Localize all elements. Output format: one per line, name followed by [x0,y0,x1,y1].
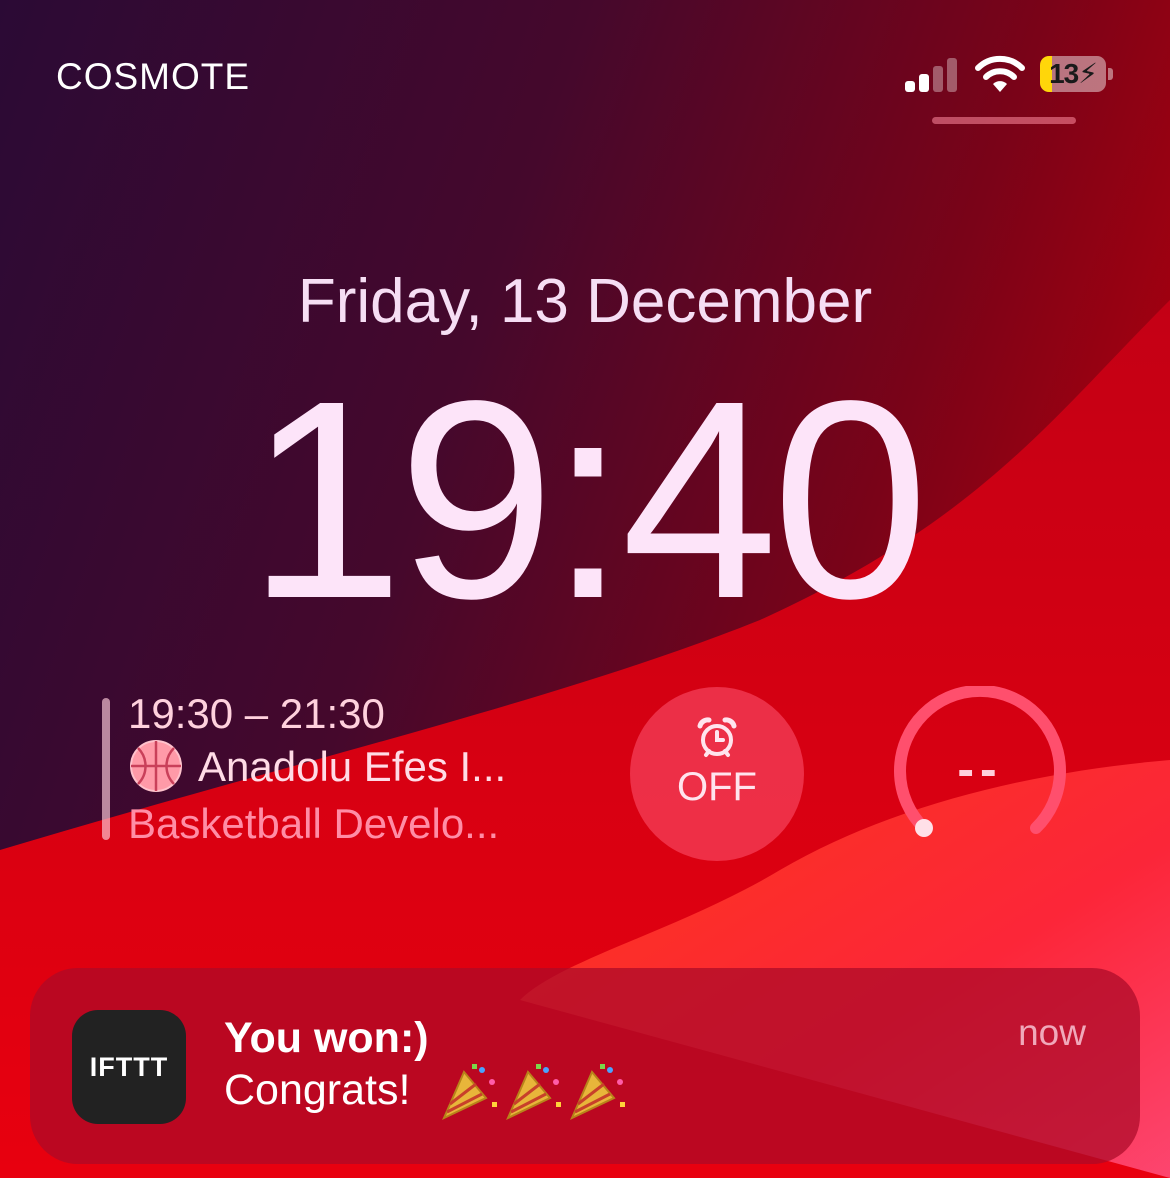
alarm-clock-icon [697,717,737,757]
lock-screen-date: Friday, 13 December [297,267,873,336]
notification-title: You won:) [224,1014,429,1062]
battery-indicator: 13⚡ [1040,56,1106,92]
party-popper-icon [442,1064,625,1121]
calendar-event-title-row[interactable]: Anadolu Efes I... [128,739,507,794]
signal-bar [919,74,929,92]
calendar-event-subtitle[interactable]: Basketball Develo... [128,800,499,848]
battery-tip [1108,68,1113,80]
notification-center-handle[interactable] [932,117,1076,124]
lock-screen-clock[interactable]: 19:40 [0,359,1170,641]
charging-bolt-icon: ⚡ [1078,58,1098,89]
gauge-indicator-dot [915,819,933,837]
signal-bar [905,81,915,92]
signal-bar [947,58,957,92]
wifi-icon [975,55,1025,92]
carrier-name: COSMOTE [56,56,251,97]
signal-strength-icon [905,56,961,92]
calendar-event-color-bar [102,698,110,840]
alarm-status-label: OFF [677,765,757,809]
notification-timestamp: now [1018,1012,1086,1053]
alarm-widget[interactable]: OFF [630,687,804,861]
calendar-event-title: Anadolu Efes I... [198,743,507,790]
calendar-event-time[interactable]: 19:30 – 21:30 [128,690,385,738]
basketball-icon [130,739,182,792]
notification-banner[interactable]: IFTTT You won:) Congrats! now [30,968,1140,1164]
battery-level: 13 [1049,58,1079,89]
notification-body: Congrats! [224,1066,411,1114]
gauge-value: -- [957,741,1003,797]
signal-bar [933,66,943,92]
ifttt-app-icon: IFTTT [72,1010,186,1124]
